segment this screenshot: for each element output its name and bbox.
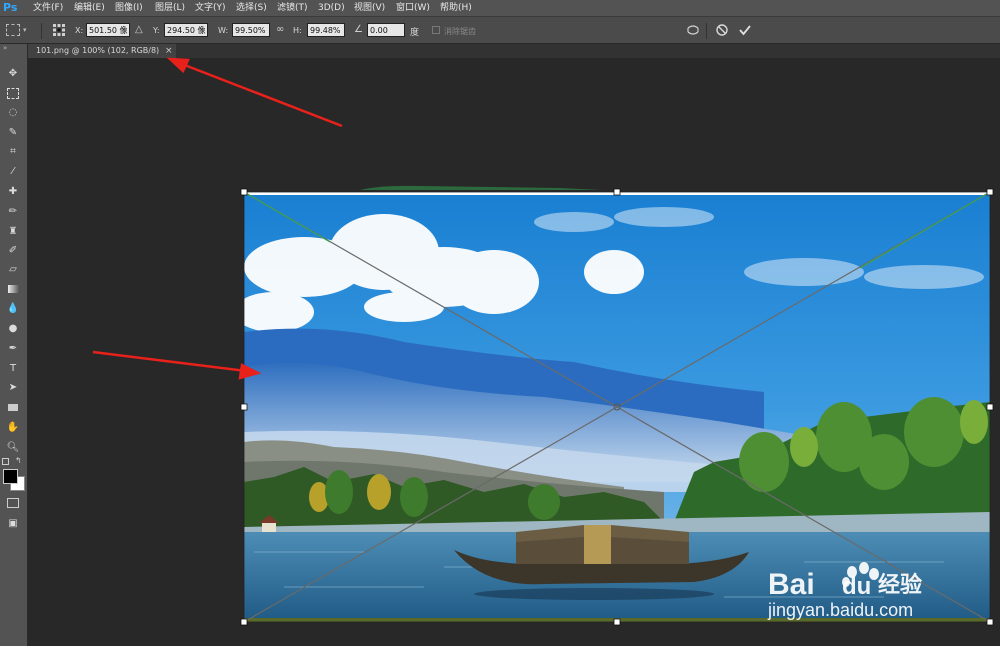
relative-position-icon[interactable]: △ <box>135 24 143 35</box>
menu-select[interactable]: 选择(S) <box>236 0 267 16</box>
options-bar: ▾ X: 501.50 像 △ Y: 294.50 像 W: 99.50% ∞ … <box>0 16 1000 44</box>
antialias-label: 消除锯齿 <box>444 27 476 36</box>
screen-mode-icon[interactable]: ▣ <box>6 516 20 530</box>
baidu-jingyan-watermark: Bai du 经验 jingyan.baidu.com <box>767 562 922 620</box>
y-field[interactable]: 294.50 像 <box>164 23 208 37</box>
eraser-tool-icon[interactable]: ▱ <box>6 262 20 276</box>
pen-tool-icon[interactable]: ✒ <box>6 341 20 355</box>
quick-selection-tool-icon[interactable]: ✎ <box>6 125 20 139</box>
divider <box>706 23 707 39</box>
width-field[interactable]: 99.50% <box>232 23 270 37</box>
blur-tool-icon[interactable]: 💧 <box>6 301 20 315</box>
collapse-icon[interactable]: » <box>3 44 7 52</box>
crop-tool-icon[interactable]: ⌗ <box>6 144 20 158</box>
h-label: H: <box>293 26 302 35</box>
commit-transform-icon[interactable] <box>738 23 752 37</box>
rectangle-tool-icon[interactable] <box>6 400 20 414</box>
link-icon[interactable]: ∞ <box>276 24 284 35</box>
menu-bar: Ps 文件(F) 编辑(E) 图像(I) 图层(L) 文字(Y) 选择(S) 滤… <box>0 0 1000 16</box>
y-label: Y: <box>153 26 160 35</box>
type-tool-icon[interactable]: T <box>6 361 20 375</box>
menu-3d[interactable]: 3D(D) <box>318 0 345 16</box>
cancel-transform-icon[interactable] <box>715 23 729 37</box>
healing-brush-tool-icon[interactable]: ✚ <box>6 184 20 198</box>
menu-edit[interactable]: 编辑(E) <box>74 0 105 16</box>
watermark-brand: Bai <box>768 568 815 601</box>
foreground-color-swatch[interactable] <box>3 469 18 484</box>
path-selection-tool-icon[interactable]: ➤ <box>6 380 20 394</box>
zoom-tool-icon[interactable]: 🔍︎ <box>6 440 20 454</box>
w-label: W: <box>218 26 229 35</box>
swap-colors-icon[interactable]: ↰ <box>15 456 22 465</box>
watermark-product: 经验 <box>878 572 922 598</box>
document-tab[interactable]: 101.png @ 100% (102, RGB/8) × <box>28 44 176 58</box>
dodge-tool-icon[interactable]: ● <box>6 321 20 335</box>
menu-filter[interactable]: 滤镜(T) <box>277 0 308 16</box>
antialias-checkbox[interactable] <box>432 26 440 34</box>
gradient-tool-icon[interactable] <box>6 282 20 296</box>
clone-stamp-tool-icon[interactable]: ♜ <box>6 224 20 238</box>
move-tool-icon[interactable]: ✥ <box>6 66 20 80</box>
rotate-angle-icon: ∠ <box>354 24 363 35</box>
eyedropper-tool-icon[interactable]: ⁄ <box>6 164 20 178</box>
tools-panel: » ✥ ◌ ✎ ⌗ ⁄ ✚ ✏ ♜ ✐ ▱ 💧 ● ✒ T ➤ ✋ 🔍︎ ↰ ▣ <box>0 44 28 646</box>
watermark-brand-du: du <box>842 573 871 600</box>
image-layer[interactable] <box>244 192 990 622</box>
hand-tool-icon[interactable]: ✋ <box>6 420 20 434</box>
x-label: X: <box>75 26 84 35</box>
close-icon[interactable]: × <box>165 44 173 58</box>
history-brush-tool-icon[interactable]: ✐ <box>6 243 20 257</box>
divider <box>41 23 42 39</box>
document-tab-title: 101.png @ 100% (102, RGB/8) <box>36 46 160 55</box>
default-colors-icon[interactable] <box>2 458 9 465</box>
document-tab-bar: 101.png @ 100% (102, RGB/8) × <box>28 44 1000 58</box>
brush-tool-icon[interactable]: ✏ <box>6 204 20 218</box>
angle-field[interactable]: 0.00 <box>367 23 405 37</box>
angle-unit: 度 <box>410 28 420 38</box>
marquee-tool-icon[interactable] <box>6 86 20 100</box>
lasso-tool-icon[interactable]: ◌ <box>6 105 20 119</box>
height-field[interactable]: 99.48% <box>307 23 345 37</box>
x-field[interactable]: 501.50 像 <box>86 23 130 37</box>
reference-point-icon[interactable] <box>52 23 66 37</box>
photoshop-logo: Ps <box>3 1 18 14</box>
watermark-url: jingyan.baidu.com <box>767 600 913 620</box>
menu-type[interactable]: 文字(Y) <box>195 0 226 16</box>
transform-tool-icon[interactable] <box>6 24 20 36</box>
menu-layer[interactable]: 图层(L) <box>155 0 185 16</box>
chevron-down-icon[interactable]: ▾ <box>23 26 27 34</box>
menu-image[interactable]: 图像(I) <box>115 0 143 16</box>
menu-help[interactable]: 帮助(H) <box>440 0 472 16</box>
quick-mask-icon[interactable] <box>6 496 20 510</box>
menu-window[interactable]: 窗口(W) <box>396 0 430 16</box>
warp-mode-icon[interactable] <box>686 23 700 37</box>
menu-view[interactable]: 视图(V) <box>354 0 385 16</box>
menu-file[interactable]: 文件(F) <box>33 0 63 16</box>
